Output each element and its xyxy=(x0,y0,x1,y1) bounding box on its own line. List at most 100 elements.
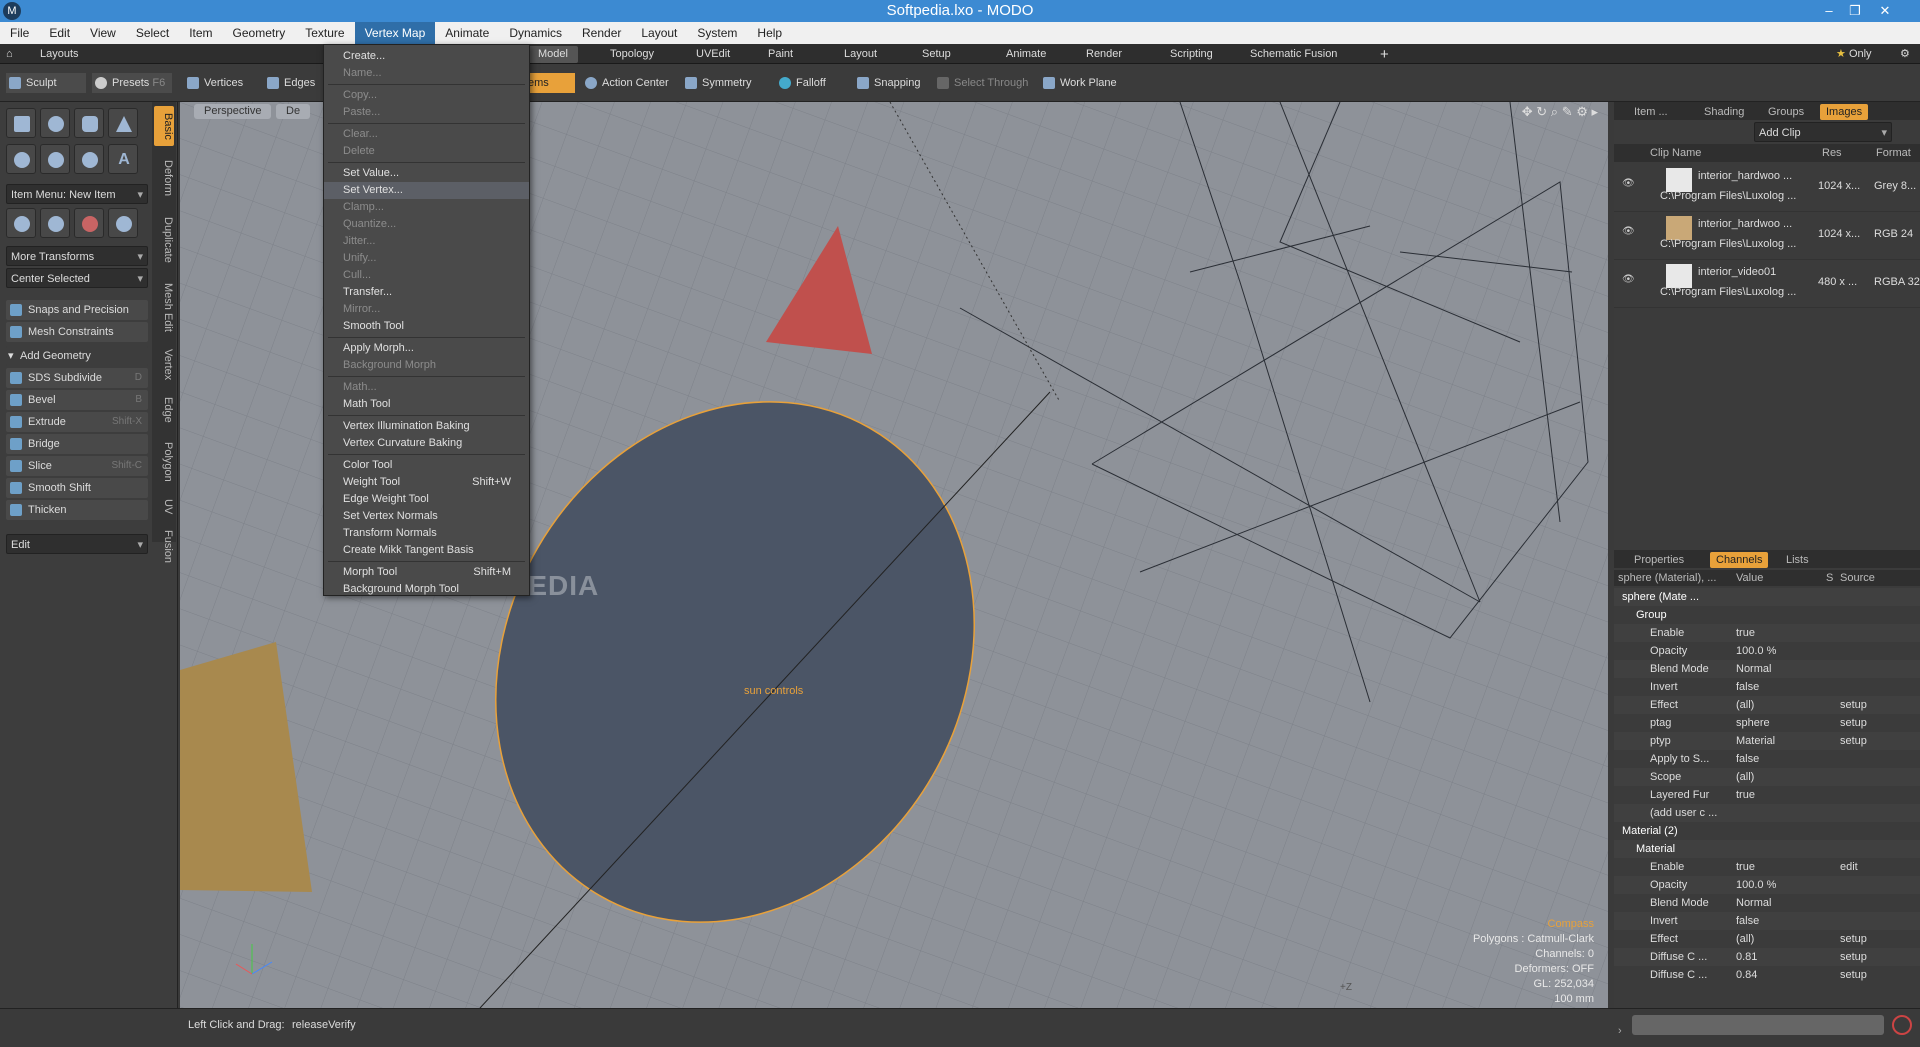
tab-scripting[interactable]: Scripting xyxy=(1160,46,1223,63)
channel-row[interactable]: Blend Mode Normal xyxy=(1614,894,1920,912)
channel-row[interactable]: Group xyxy=(1614,606,1920,624)
menu-edit[interactable]: Edit xyxy=(39,22,80,44)
falloff-button[interactable]: Falloff xyxy=(776,73,826,93)
rtab-lists[interactable]: Lists xyxy=(1780,552,1815,568)
menu-item-clamp[interactable]: Clamp... xyxy=(324,199,529,216)
record-icon[interactable] xyxy=(1892,1015,1912,1035)
menu-item-morph-tool[interactable]: Morph Tool Shift+M xyxy=(324,564,529,581)
cube-icon[interactable] xyxy=(6,108,36,138)
clip-row[interactable]: 👁 interior_hardwoo ... C:\Program Files\Lu… xyxy=(1614,164,1920,212)
tab-topology[interactable]: Topology xyxy=(600,46,664,63)
menu-item-vertex-curvature-baking[interactable]: Vertex Curvature Baking xyxy=(324,435,529,452)
menu-item-copy[interactable]: Copy... xyxy=(324,87,529,104)
channel-row[interactable]: Layered Fur true xyxy=(1614,786,1920,804)
channel-row[interactable]: ptyp Material setup xyxy=(1614,732,1920,750)
menu-item-paste[interactable]: Paste... xyxy=(324,104,529,121)
settings-icon[interactable]: ⚙ xyxy=(1890,46,1920,63)
only-button[interactable]: ★ Only xyxy=(1826,46,1882,63)
tool-bridge[interactable]: Bridge xyxy=(6,434,148,454)
clip-row[interactable]: 👁 interior_video01 C:\Program Files\Luxolo… xyxy=(1614,260,1920,308)
scale-icon[interactable] xyxy=(74,208,104,238)
vertices-button[interactable]: Vertices xyxy=(184,73,243,93)
eye-icon[interactable]: 👁 xyxy=(1622,178,1635,189)
menu-vertex-map[interactable]: Vertex Map xyxy=(354,22,436,44)
menu-item-set-vertex[interactable]: Set Vertex... xyxy=(324,182,529,199)
command-input[interactable] xyxy=(1632,1015,1884,1035)
menu-system[interactable]: System xyxy=(687,22,747,44)
menu-select[interactable]: Select xyxy=(126,22,179,44)
menu-render[interactable]: Render xyxy=(572,22,631,44)
menu-layout[interactable]: Layout xyxy=(631,22,687,44)
work-plane-button[interactable]: Work Plane xyxy=(1040,73,1117,93)
tool-sds-subdivide[interactable]: SDS Subdivide D xyxy=(6,368,148,388)
channel-row[interactable]: Diffuse C ... 0.84 setup xyxy=(1614,966,1920,984)
sculpt-button[interactable]: Sculpt xyxy=(6,73,86,93)
menu-item-apply-morph[interactable]: Apply Morph... xyxy=(324,340,529,357)
perspective-button[interactable]: Perspective xyxy=(194,104,272,119)
tab-model[interactable]: Model xyxy=(528,46,578,63)
channel-row[interactable]: Invert false xyxy=(1614,912,1920,930)
menu-item-weight-tool[interactable]: Weight Tool Shift+W xyxy=(324,474,529,491)
tool-smooth-shift[interactable]: Smooth Shift xyxy=(6,478,148,498)
tab-layout[interactable]: Layout xyxy=(834,46,887,63)
viewport-nav-icons[interactable]: ✥ ↻ ⌕ ✎ ⚙ ▸ xyxy=(1522,104,1598,120)
menu-item-create[interactable]: Create... xyxy=(324,48,529,65)
menu-item-cull[interactable]: Cull... xyxy=(324,267,529,284)
channel-row[interactable]: Opacity 100.0 % xyxy=(1614,876,1920,894)
action-center-button[interactable]: Action Center xyxy=(582,73,669,93)
rtab-item-[interactable]: Item ... xyxy=(1628,104,1674,120)
item-menu-dropdown[interactable]: Item Menu: New Item xyxy=(6,184,148,205)
vtab-polygon[interactable]: Polygon xyxy=(154,434,174,490)
channel-row[interactable]: Enable true xyxy=(1614,624,1920,642)
menu-item-jitter[interactable]: Jitter... xyxy=(324,233,529,250)
curve-icon[interactable] xyxy=(40,144,70,174)
menu-item-smooth-tool[interactable]: Smooth Tool xyxy=(324,318,529,335)
layouts-button[interactable]: ⌂ Layouts xyxy=(4,46,89,63)
pen-icon[interactable] xyxy=(74,144,104,174)
vtab-basic[interactable]: Basic xyxy=(154,106,174,146)
menu-animate[interactable]: Animate xyxy=(435,22,499,44)
cone-icon[interactable] xyxy=(108,108,138,138)
menu-geometry[interactable]: Geometry xyxy=(223,22,296,44)
tool-bevel[interactable]: Bevel B xyxy=(6,390,148,410)
edit-dropdown[interactable]: Edit xyxy=(6,534,148,555)
menu-view[interactable]: View xyxy=(80,22,126,44)
menu-item-delete[interactable]: Delete xyxy=(324,143,529,160)
rtab-shading[interactable]: Shading xyxy=(1698,104,1750,120)
tool-extrude[interactable]: Extrude Shift-X xyxy=(6,412,148,432)
maximize-icon[interactable]: ❐ xyxy=(1842,0,1868,22)
rtab-channels[interactable]: Channels xyxy=(1710,552,1769,568)
display-button[interactable]: De xyxy=(276,104,311,119)
eye-icon[interactable]: 👁 xyxy=(1622,274,1635,285)
vtab-fusion[interactable]: Fusion xyxy=(154,524,174,570)
torus-icon[interactable] xyxy=(6,144,36,174)
select-through-button[interactable]: Select Through xyxy=(934,73,1028,93)
menu-item-transform-normals[interactable]: Transform Normals xyxy=(324,525,529,542)
channel-row[interactable]: Scope (all) xyxy=(1614,768,1920,786)
close-icon[interactable]: ✕ xyxy=(1872,0,1898,22)
menu-item-vertex-illumination-baking[interactable]: Vertex Illumination Baking xyxy=(324,418,529,435)
minimize-icon[interactable]: – xyxy=(1816,0,1842,22)
tool-slice[interactable]: Slice Shift-C xyxy=(6,456,148,476)
move-icon[interactable] xyxy=(6,208,36,238)
rtab-properties[interactable]: Properties xyxy=(1628,552,1690,568)
center-selected-dropdown[interactable]: Center Selected xyxy=(6,268,148,289)
rtab-images[interactable]: Images xyxy=(1820,104,1869,120)
tool-thicken[interactable]: Thicken xyxy=(6,500,148,520)
channel-row[interactable]: ptag sphere setup xyxy=(1614,714,1920,732)
channel-row[interactable]: Enable true edit xyxy=(1614,858,1920,876)
channel-row[interactable]: Blend Mode Normal xyxy=(1614,660,1920,678)
menu-dynamics[interactable]: Dynamics xyxy=(499,22,572,44)
more-transforms-dropdown[interactable]: More Transforms xyxy=(6,246,148,267)
eye-icon[interactable]: 👁 xyxy=(1622,226,1635,237)
mesh-constraints-button[interactable]: Mesh Constraints xyxy=(6,322,148,342)
vtab-edge[interactable]: Edge xyxy=(154,390,174,430)
channel-row[interactable]: Effect (all) setup xyxy=(1614,696,1920,714)
tab-animate[interactable]: Animate xyxy=(996,46,1056,63)
menu-item-quantize[interactable]: Quantize... xyxy=(324,216,529,233)
vtab-duplicate[interactable]: Duplicate xyxy=(154,210,174,270)
menu-item-name[interactable]: Name... xyxy=(324,65,529,82)
symmetry-button[interactable]: Symmetry xyxy=(682,73,752,93)
menu-item-set-vertex-normals[interactable]: Set Vertex Normals xyxy=(324,508,529,525)
channel-row[interactable]: (add user c ... xyxy=(1614,804,1920,822)
